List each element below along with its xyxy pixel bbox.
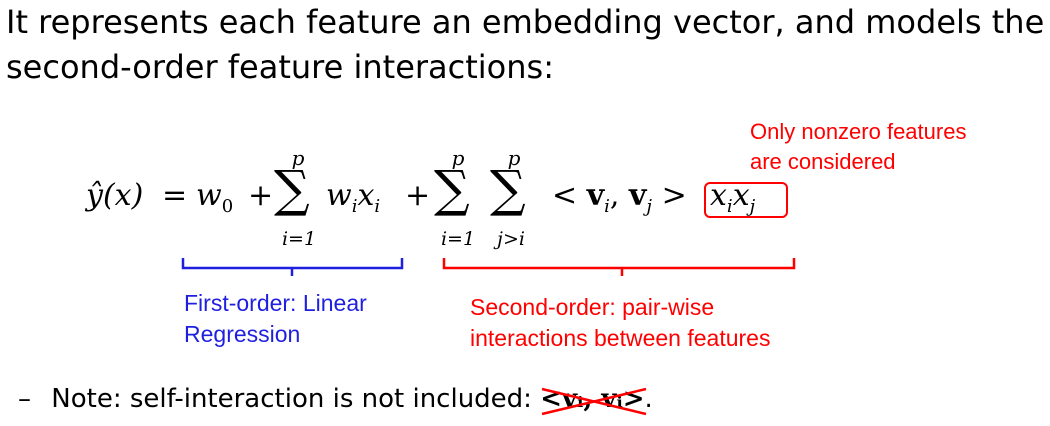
sum2-lower-limit: i=1 bbox=[440, 228, 476, 250]
struck-self-interaction: <vᵢ, vᵢ> bbox=[540, 384, 647, 416]
second-order-line-1: Second-order: pair-wise bbox=[470, 294, 715, 320]
angle-close: > bbox=[661, 178, 687, 213]
formula-lhs: ŷ(x) bbox=[86, 178, 143, 213]
first-order-label: First-order: Linear Regression bbox=[184, 288, 367, 350]
vi-v: v bbox=[586, 178, 605, 213]
intro-text: It represents each feature an embedding … bbox=[6, 0, 1046, 90]
xi-x: x bbox=[357, 178, 375, 213]
intro-line-1: It represents each feature an embedding … bbox=[6, 3, 1045, 41]
vj-subscript: j bbox=[646, 196, 653, 217]
nonzero-line-2: are considered bbox=[750, 149, 896, 174]
sum2-symbol: ∑ bbox=[434, 160, 470, 218]
intro-line-2: second-order feature interactions: bbox=[6, 48, 554, 86]
sum1-symbol: ∑ bbox=[274, 160, 310, 218]
equals-sign: = bbox=[162, 178, 188, 213]
bullet-dash: – bbox=[18, 384, 31, 414]
bias-term: w0 bbox=[196, 178, 233, 217]
comma: , bbox=[609, 178, 620, 213]
nonzero-line-1: Only nonzero features bbox=[750, 119, 967, 144]
xixj-sub2: j bbox=[749, 196, 756, 217]
sum1-lower-limit: i=1 bbox=[281, 228, 317, 250]
first-order-term: wixi bbox=[326, 178, 380, 217]
note-line: – Note: self-interaction is not included… bbox=[18, 384, 653, 416]
wi-w: w bbox=[326, 178, 352, 213]
xixj-x1: x bbox=[710, 178, 727, 213]
second-order-brace bbox=[442, 258, 796, 276]
first-order-line-2: Regression bbox=[184, 321, 301, 347]
first-order-brace bbox=[181, 258, 404, 276]
inner-product: < vi, vj > bbox=[552, 178, 687, 217]
plus-sign-2: + bbox=[405, 178, 431, 213]
xixj-term: xixj bbox=[710, 178, 755, 217]
xixj-x2: x bbox=[732, 178, 750, 213]
sum3-symbol: ∑ bbox=[490, 160, 526, 218]
second-order-line-2: interactions between features bbox=[470, 325, 771, 351]
second-order-label: Second-order: pair-wise interactions bet… bbox=[470, 292, 770, 354]
y-hat-of-x: ŷ(x) bbox=[86, 178, 144, 213]
first-order-line-1: First-order: Linear bbox=[184, 290, 367, 316]
note-text: Note: self-interaction is not included: bbox=[51, 384, 532, 414]
w0-subscript: 0 bbox=[221, 196, 234, 217]
nonzero-annotation: Only nonzero features are considered bbox=[750, 117, 966, 177]
plus-sign-1: + bbox=[248, 178, 274, 213]
w0-w: w bbox=[196, 178, 222, 213]
xi-subscript: i bbox=[374, 196, 381, 217]
sum3-lower-limit: j>i bbox=[497, 228, 525, 250]
vj-v: v bbox=[628, 178, 647, 213]
angle-open: < bbox=[552, 178, 578, 213]
strike-cross bbox=[541, 387, 647, 416]
